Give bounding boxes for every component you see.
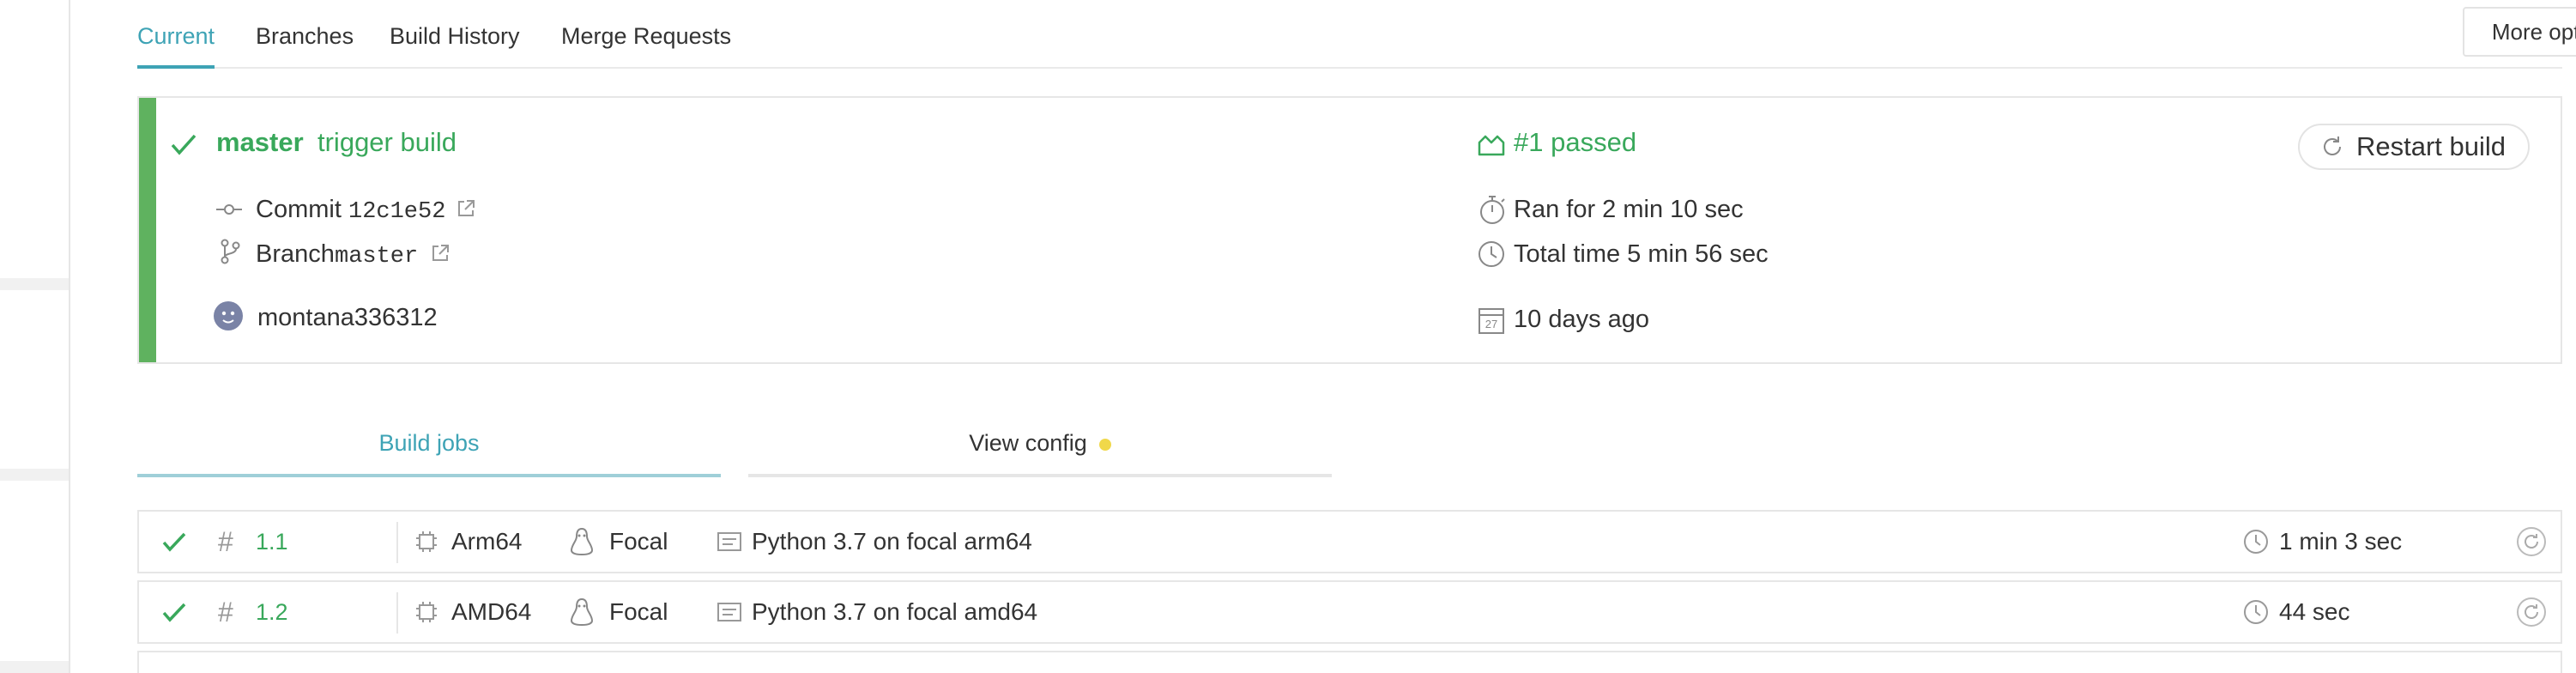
job-arch: Arm64 (451, 528, 523, 555)
stopwatch-icon (1478, 194, 1507, 229)
restart-job-icon[interactable] (2516, 512, 2547, 572)
cpu-icon (415, 512, 438, 572)
rail-divider (0, 278, 69, 290)
job-number[interactable]: 1.1 (256, 512, 288, 572)
rail-divider (0, 661, 69, 673)
check-icon (161, 582, 187, 642)
build-number-status[interactable]: #1 passed (1514, 127, 1636, 158)
commit-sha[interactable]: 12c1e52 (348, 199, 445, 225)
cpu-icon (415, 582, 438, 642)
divider (396, 522, 398, 563)
external-link-icon[interactable] (457, 199, 475, 222)
total-time: Total time 5 min 56 sec (1514, 240, 1769, 268)
build-passed-icon (1478, 132, 1505, 161)
tab-branches[interactable]: Branches (256, 0, 354, 67)
job-name: Python 3.7 on focal amd64 (752, 598, 1038, 625)
job-number[interactable]: 1.2 (256, 582, 288, 642)
job-name-icon (717, 582, 741, 642)
job-duration: 44 sec (2279, 598, 2350, 625)
build-age: 10 days ago (1514, 306, 1650, 333)
tab-build-history[interactable]: Build History (390, 0, 520, 67)
job-row[interactable]: # 1.1 Arm64 Focal Python 3.7 on focal ar… (137, 510, 2562, 573)
more-options-label: More options (2491, 18, 2576, 45)
branch-icon (220, 239, 240, 269)
calendar-day: 27 (1485, 318, 1498, 330)
branch-name[interactable]: master (335, 244, 418, 270)
ran-for: Ran for 2 min 10 sec (1514, 196, 1744, 223)
restart-job-icon[interactable] (2516, 582, 2547, 642)
linux-icon (570, 512, 594, 572)
clock-icon (1478, 240, 1505, 272)
more-options-button[interactable]: More options (2463, 7, 2576, 57)
trigger-build-label: trigger build (317, 127, 457, 157)
config-warning-dot (1098, 438, 1111, 451)
tab-view-config[interactable]: View config (748, 412, 1332, 477)
branch-link[interactable]: master (216, 127, 304, 158)
job-duration: 1 min 3 sec (2279, 528, 2403, 555)
clock-icon (2243, 582, 2269, 642)
hash-icon: # (218, 526, 233, 557)
external-link-icon[interactable] (431, 244, 450, 267)
linux-icon (570, 582, 594, 642)
restart-build-button[interactable]: Restart build (2298, 124, 2530, 170)
check-icon (161, 512, 187, 572)
build-tabs: Current Branches Build History Merge Req… (137, 0, 2576, 69)
job-os: Focal (609, 528, 668, 555)
job-arch: AMD64 (451, 598, 532, 625)
restart-build-label: Restart build (2356, 131, 2506, 161)
build-summary: master trigger build Commit 12c1e52 Bran… (137, 96, 2562, 364)
tab-build-jobs[interactable]: Build jobs (137, 412, 721, 477)
job-row[interactable] (137, 651, 2562, 673)
tab-merge-requests[interactable]: Merge Requests (561, 0, 731, 67)
calendar-icon: 27 (1478, 306, 1505, 335)
job-name-icon (717, 512, 741, 572)
rail-divider (0, 469, 69, 481)
left-rail (0, 0, 70, 673)
branch-label: Branch (256, 240, 335, 268)
commit-icon (216, 201, 242, 222)
divider (396, 592, 398, 634)
status-stripe (139, 98, 156, 362)
tab-current[interactable]: Current (137, 0, 215, 69)
avatar (213, 300, 244, 336)
check-icon (170, 132, 197, 161)
restart-icon (2320, 135, 2344, 159)
view-config-label: View config (969, 430, 1087, 456)
job-os: Focal (609, 598, 668, 625)
clock-icon (2243, 512, 2269, 572)
job-name: Python 3.7 on focal arm64 (752, 528, 1032, 555)
job-row[interactable]: # 1.2 AMD64 Focal Python 3.7 on focal am… (137, 580, 2562, 644)
author-name: montana336312 (257, 304, 438, 331)
hash-icon: # (218, 597, 233, 628)
commit-label: Commit (256, 196, 342, 223)
